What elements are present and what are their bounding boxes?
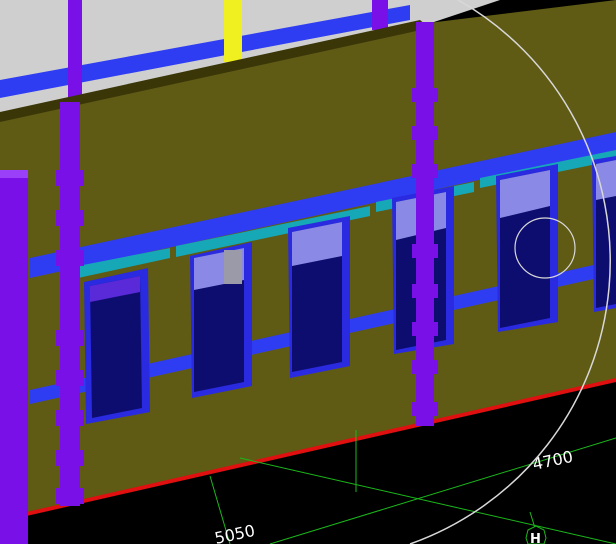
model-scene[interactable]: 4700 5050 H	[0, 0, 616, 544]
upper-column[interactable]	[372, 0, 388, 30]
window[interactable]	[288, 216, 350, 378]
model-viewport[interactable]: 4700 5050 H	[0, 0, 616, 544]
window[interactable]	[592, 156, 616, 312]
column[interactable]	[0, 170, 28, 544]
window[interactable]	[496, 164, 558, 332]
highlighted-column[interactable]	[224, 0, 242, 62]
grid-bubble-label: H	[530, 532, 541, 544]
upper-column[interactable]	[68, 0, 82, 104]
window[interactable]	[84, 268, 150, 424]
column[interactable]	[56, 102, 84, 506]
window[interactable]	[190, 242, 252, 398]
